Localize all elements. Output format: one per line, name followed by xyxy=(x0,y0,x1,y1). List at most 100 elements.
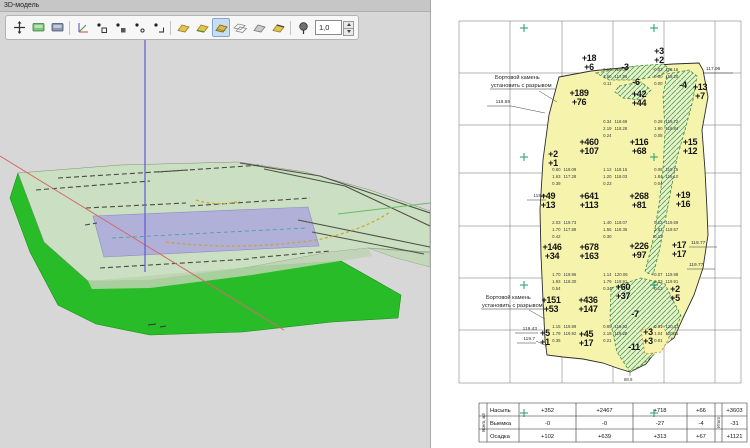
cell-settlement-value: +34 xyxy=(545,251,560,261)
node-workmark: 1.93 xyxy=(552,279,561,284)
spinner-down-button[interactable] xyxy=(343,28,354,36)
node-workmark: 0.00 xyxy=(654,74,663,79)
cell-cut-value: -6 xyxy=(632,77,640,87)
screen-dark-icon[interactable] xyxy=(48,18,66,37)
node-depth: 0.21 xyxy=(603,338,612,343)
3d-panel-title: 3D-модель xyxy=(4,2,39,9)
surface-flat-icon[interactable] xyxy=(174,18,192,37)
cell-settlement-value: +76 xyxy=(572,97,587,107)
node-elevation: 118.15 xyxy=(615,167,628,172)
axes-icon[interactable] xyxy=(73,18,91,37)
cell-settlement-value: +68 xyxy=(632,146,647,156)
cell-settlement-value: +1 xyxy=(540,337,550,347)
node-workmark: 1.04 xyxy=(654,331,663,336)
cell-settlement-value: +2 xyxy=(654,55,664,65)
cell-cut-value: -11 xyxy=(628,342,640,352)
node-depth: 0.08 xyxy=(654,133,663,138)
scale-value[interactable]: 1,0 xyxy=(315,20,342,35)
surface-pair-icon[interactable] xyxy=(231,18,249,37)
node-workmark: 1.56 xyxy=(603,227,612,232)
node-depth: 0.42 xyxy=(552,234,561,239)
node-workmark: 1.20 xyxy=(603,174,612,179)
surface-bend-icon[interactable] xyxy=(193,18,211,37)
vertex-rect-icon[interactable] xyxy=(130,18,148,37)
cell-settlement-value: +16 xyxy=(676,199,691,209)
vertex-add-icon[interactable] xyxy=(111,18,129,37)
3d-toolbar: 1,0 xyxy=(5,15,359,40)
table-row-label: Осадка xyxy=(490,434,511,440)
table-total-value: +1121 xyxy=(727,434,743,440)
node-workmark: 1.90 xyxy=(654,126,663,131)
toolbar-separator xyxy=(69,21,70,35)
node-elevation: 118.69 xyxy=(615,119,628,124)
cell-settlement-value: +113 xyxy=(580,200,599,210)
node-elevation: 117.28 xyxy=(564,174,577,179)
surface-top-icon[interactable] xyxy=(269,18,287,37)
table-rotated-label: Всего, м3 xyxy=(481,413,486,432)
node-elevation: 118.03 xyxy=(615,174,628,179)
node-elevation: 119.92 xyxy=(564,331,577,336)
node-elevation: 119.92 xyxy=(615,324,628,329)
edge-elevation-label: 117.96 xyxy=(706,66,721,72)
annotation-line: Бортовой камень xyxy=(495,74,540,81)
node-workmark: 0.28 xyxy=(654,119,663,124)
node-workmark: 2.18 xyxy=(603,331,612,336)
table-cell-value: -0 xyxy=(545,421,550,427)
node-elevation: 120.06 xyxy=(615,272,629,277)
cell-settlement-value: +37 xyxy=(616,291,631,301)
node-workmark: 1.15 xyxy=(552,324,561,329)
table-row-label: Выемка xyxy=(490,421,512,427)
table-cell-value: -4 xyxy=(698,421,704,427)
node-workmark: -0.03 xyxy=(653,67,663,72)
node-depth: 0.00 xyxy=(654,81,663,86)
bottom-elevation-mark: 88.9 xyxy=(624,377,633,382)
node-workmark: 1.12 xyxy=(603,167,612,172)
node-elevation: 119.15 xyxy=(666,167,679,172)
node-elevation: 118.28 xyxy=(615,126,628,131)
node-workmark: 1.79 xyxy=(552,331,561,336)
vertex-select-icon[interactable] xyxy=(92,18,110,37)
edge-elevation-label: 119.43 xyxy=(523,326,538,332)
3d-panel-titlebar: 3D-модель xyxy=(0,0,430,12)
toolbar-separator xyxy=(290,21,291,35)
3d-viewport[interactable] xyxy=(0,0,430,448)
cell-settlement-value: +147 xyxy=(578,304,597,314)
cell-cut-value: -7 xyxy=(631,309,639,319)
node-workmark: 1.81 xyxy=(654,227,663,232)
table-cell-value: +2467 xyxy=(596,408,612,414)
node-depth: 0.23 xyxy=(603,181,612,186)
table-cell-value: +66 xyxy=(696,408,706,414)
table-cell-value: +639 xyxy=(598,434,611,440)
cell-settlement-value: +17 xyxy=(579,338,594,348)
table-cell-value: +313 xyxy=(653,434,666,440)
probe-icon[interactable] xyxy=(294,18,312,37)
node-workmark: 1.70 xyxy=(552,272,561,277)
node-depth: 0.34 xyxy=(603,286,612,291)
table-cell-value: +718 xyxy=(653,408,666,414)
surface-gray-icon[interactable] xyxy=(250,18,268,37)
cell-settlement-value: +7 xyxy=(695,91,705,101)
cell-settlement-value: +97 xyxy=(632,250,647,260)
cartogram-drawing[interactable]: Бортовой камень установить с разрывом Бо… xyxy=(431,0,750,448)
node-elevation: 118.20 xyxy=(666,74,679,79)
node-elevation: 117.89 xyxy=(564,227,577,232)
cartogram-panel: Бортовой камень установить с разрывом Бо… xyxy=(430,0,750,448)
table-total-value: -31 xyxy=(730,421,738,427)
cell-settlement-value: +53 xyxy=(544,304,559,314)
node-elevation: 118.36 xyxy=(615,227,628,232)
cell-settlement-value: +107 xyxy=(579,146,598,156)
surface-shaded-icon[interactable] xyxy=(212,18,230,37)
scale-spinner[interactable]: 1,0 xyxy=(315,20,354,35)
app-window: 3D-модель xyxy=(0,0,750,448)
node-elevation: 119.98 xyxy=(666,272,679,277)
cell-settlement-value: +5 xyxy=(670,293,680,303)
node-workmark: 1.70 xyxy=(552,227,561,232)
node-workmark: 2.03 xyxy=(654,279,663,284)
3d-model-panel: 3D-модель xyxy=(0,0,430,448)
screen-green-icon[interactable] xyxy=(29,18,47,37)
cell-settlement-value: +3 xyxy=(643,336,653,346)
node-depth: 0.04 xyxy=(654,181,663,186)
node-workmark: 1.63 xyxy=(552,174,561,179)
vertex-snap-icon[interactable] xyxy=(149,18,167,37)
orbit-icon[interactable] xyxy=(10,18,28,37)
